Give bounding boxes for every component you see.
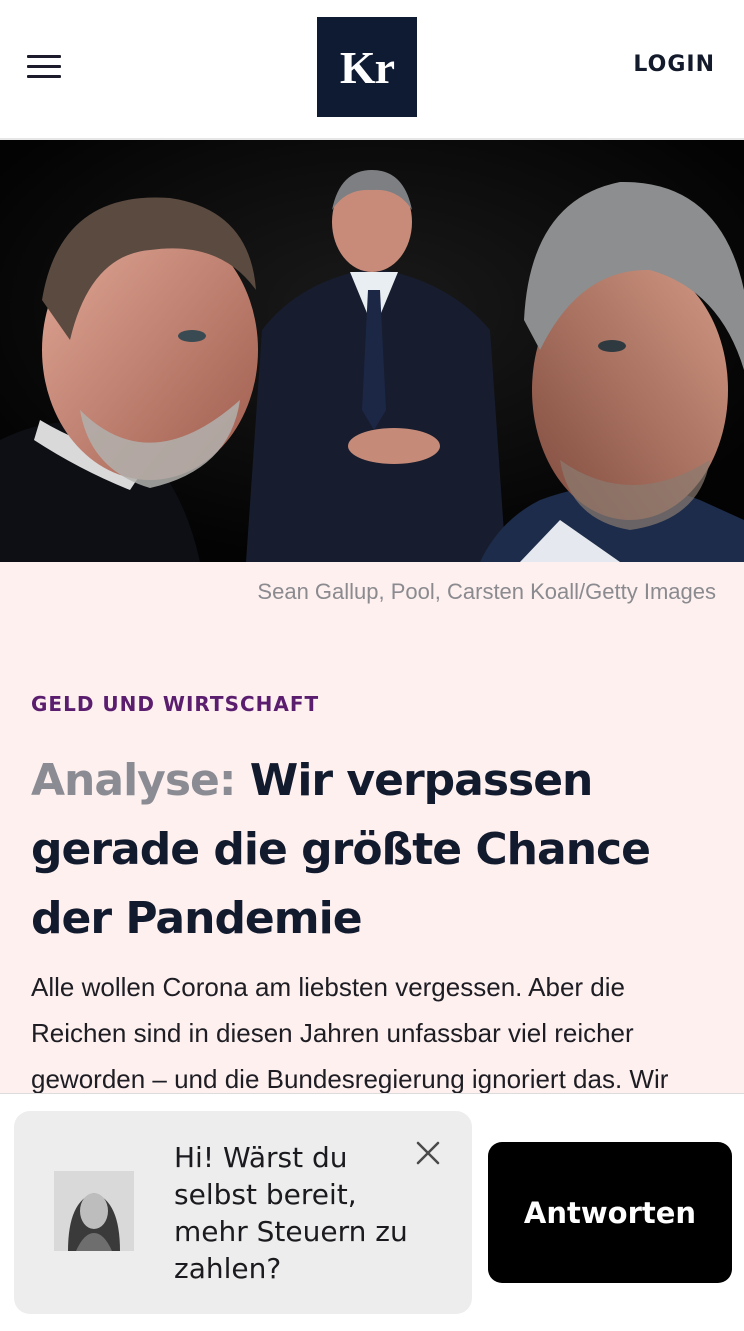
image-credit: Sean Gallup, Pool, Carsten Koall/Getty I…	[257, 579, 716, 604]
site-logo[interactable]: Kr	[317, 17, 417, 117]
article-teaser[interactable]: Sean Gallup, Pool, Carsten Koall/Getty I…	[0, 562, 744, 1094]
article-lead: Alle wollen Corona am liebsten vergessen…	[31, 972, 669, 1094]
hamburger-menu-icon[interactable]	[27, 55, 61, 79]
logo-text: Kr	[339, 41, 395, 93]
question-text: Hi! Wärst du selbst bereit, mehr Steuern…	[174, 1141, 408, 1285]
article-title[interactable]: Analyse: Wir verpassen gerade die größte…	[31, 746, 721, 953]
hero-image	[0, 140, 744, 562]
author-avatar	[54, 1171, 134, 1251]
title-prefix: Analyse:	[31, 755, 236, 806]
feedback-bar: Hi! Wärst du selbst bereit, mehr Steuern…	[0, 1093, 744, 1331]
login-button[interactable]: LOGIN	[633, 52, 715, 77]
site-header: Kr LOGIN	[0, 0, 744, 140]
article-category[interactable]: GELD UND WIRTSCHAFT	[31, 692, 319, 716]
question-bubble: Hi! Wärst du selbst bereit, mehr Steuern…	[14, 1111, 472, 1314]
answer-button[interactable]: Antworten	[488, 1142, 732, 1283]
close-icon[interactable]	[414, 1139, 442, 1167]
